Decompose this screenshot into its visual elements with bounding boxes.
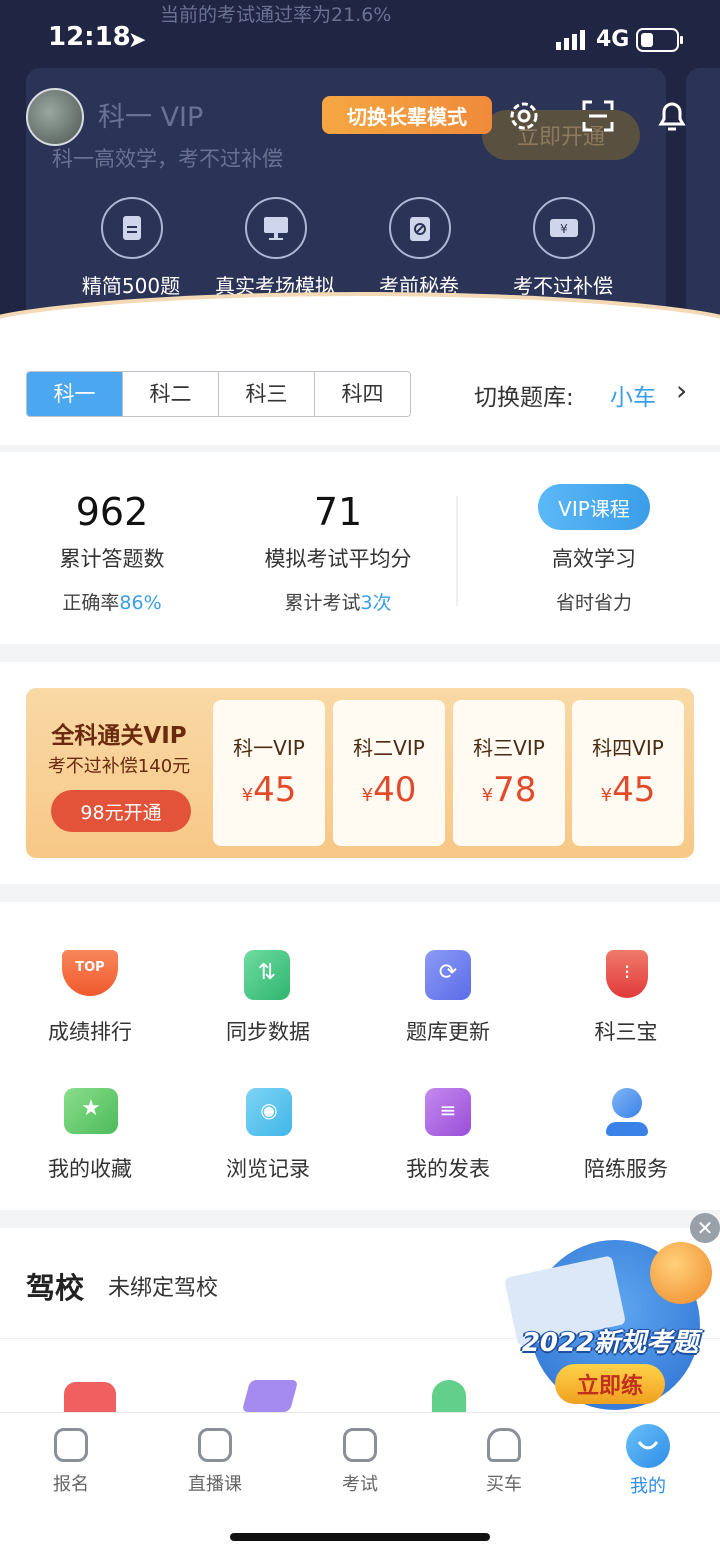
- tool-label[interactable]: 同步数据: [198, 1016, 338, 1046]
- elder-mode-button[interactable]: 切换长辈模式: [322, 96, 492, 134]
- promo-button[interactable]: 立即练: [555, 1364, 665, 1404]
- car-icon: [487, 1428, 521, 1462]
- mock-label: 模拟考试平均分: [264, 547, 412, 571]
- nav-exam[interactable]: 考试: [315, 1420, 405, 1496]
- bell-icon[interactable]: [652, 96, 692, 136]
- vip-card-ke1[interactable]: 科一VIP ¥45: [213, 700, 325, 846]
- vip-course-line1: 高效学习: [552, 547, 636, 571]
- battery-icon: [636, 28, 684, 56]
- subject-tabs: 科一 科二 科三 科四: [26, 371, 411, 417]
- nav-signup[interactable]: 报名: [26, 1420, 116, 1496]
- new-exam-promo[interactable]: 2022新规考题 立即练: [500, 1230, 720, 1410]
- tab-ke1[interactable]: 科一: [27, 372, 123, 416]
- close-icon[interactable]: ✕: [690, 1213, 720, 1243]
- bundle-subtitle: 考不过补偿140元: [47, 756, 191, 777]
- tool-label[interactable]: 题库更新: [378, 1016, 518, 1046]
- history-icon[interactable]: ◉: [246, 1088, 292, 1136]
- switch-bank-label[interactable]: 切换题库:: [474, 378, 574, 412]
- ticket-icon[interactable]: ¥: [533, 197, 595, 259]
- bundle-title: 全科通关VIP: [51, 723, 187, 749]
- tag-icon[interactable]: [241, 1380, 299, 1412]
- car-icon[interactable]: [64, 1382, 116, 1412]
- network-type: 4G: [596, 27, 630, 52]
- document-icon[interactable]: [101, 197, 163, 259]
- answered-label: 累计答题数: [59, 547, 165, 571]
- vip-header: 当前的考试通过率为21.6% 科一 VIP 科一高效学，考不过补偿 立即开通 ¥…: [0, 0, 720, 345]
- tab-ke2[interactable]: 科二: [123, 372, 219, 416]
- svg-text:¥: ¥: [560, 222, 568, 236]
- tool-label[interactable]: 科三宝: [556, 1016, 696, 1046]
- vip-subtitle: 科一高效学，考不过补偿: [52, 147, 283, 171]
- gear-icon[interactable]: [504, 96, 544, 136]
- nav-live[interactable]: 直播课: [170, 1420, 260, 1496]
- post-icon[interactable]: ≡: [425, 1088, 471, 1136]
- switch-bank-value[interactable]: 小车: [610, 378, 656, 412]
- nav-profile[interactable]: 我的: [603, 1420, 693, 1498]
- vip-card-ke4[interactable]: 科四VIP ¥45: [572, 700, 684, 846]
- tool-label[interactable]: 陪练服务: [556, 1153, 696, 1183]
- clipboard-icon[interactable]: [389, 197, 451, 259]
- feature-label: 精简500题: [81, 274, 181, 298]
- tool-label[interactable]: 我的收藏: [20, 1153, 160, 1183]
- driving-school-title: 驾校: [26, 1271, 85, 1305]
- bundle-open-button[interactable]: 98元开通: [51, 790, 191, 832]
- chevron-right-icon[interactable]: ›: [676, 374, 687, 407]
- tool-label[interactable]: 成绩排行: [20, 1016, 160, 1046]
- vip-card-ke2[interactable]: 科二VIP ¥40: [333, 700, 445, 846]
- monitor-icon[interactable]: [245, 197, 307, 259]
- refresh-doc-icon[interactable]: ⟳: [425, 950, 471, 1000]
- tool-label[interactable]: 浏览记录: [198, 1153, 338, 1183]
- vip-card-ke3[interactable]: 科三VIP ¥78: [453, 700, 565, 846]
- tool-label[interactable]: 我的发表: [378, 1153, 518, 1183]
- status-time: 12:18: [48, 22, 131, 52]
- star-folder-icon[interactable]: ★: [64, 1088, 118, 1134]
- tab-ke4[interactable]: 科四: [315, 372, 410, 416]
- coach-icon[interactable]: [606, 1088, 648, 1136]
- signal-icon: [556, 30, 588, 54]
- avatar[interactable]: [26, 88, 84, 146]
- home-indicator: [230, 1533, 490, 1541]
- promo-headline: 2022新规考题: [521, 1328, 699, 1358]
- tab-ke3[interactable]: 科三: [219, 372, 315, 416]
- exam-count[interactable]: 累计考试3次: [238, 588, 438, 615]
- signup-icon: [54, 1428, 88, 1462]
- exam-icon: [343, 1428, 377, 1462]
- vip-bundle-banner[interactable]: 全科通关VIP 考不过补偿140元 98元开通 科一VIP ¥45 科二VIP …: [26, 688, 694, 858]
- pass-rate-notice: 当前的考试通过率为21.6%: [160, 4, 392, 26]
- location-pin-icon[interactable]: [432, 1380, 466, 1412]
- location-arrow-icon: ➤: [128, 28, 147, 53]
- vip-course-badge[interactable]: VIP课程: [538, 484, 650, 530]
- vip-course-line2: 省时省力: [555, 592, 632, 614]
- mock-score: 71: [313, 490, 363, 534]
- sync-icon[interactable]: ⇅: [244, 950, 290, 1000]
- profile-icon: [626, 1424, 670, 1468]
- divider: [456, 496, 458, 606]
- answered-count: 962: [75, 490, 149, 534]
- nav-buy-car[interactable]: 买车: [459, 1420, 549, 1496]
- accuracy[interactable]: 正确率86%: [22, 588, 202, 615]
- scan-icon[interactable]: [578, 96, 618, 136]
- driving-school-status[interactable]: 未绑定驾校: [108, 1270, 218, 1302]
- vip-title: 科一 VIP: [98, 102, 204, 133]
- live-icon: [198, 1428, 232, 1462]
- shield-icon[interactable]: ⁝: [606, 950, 648, 998]
